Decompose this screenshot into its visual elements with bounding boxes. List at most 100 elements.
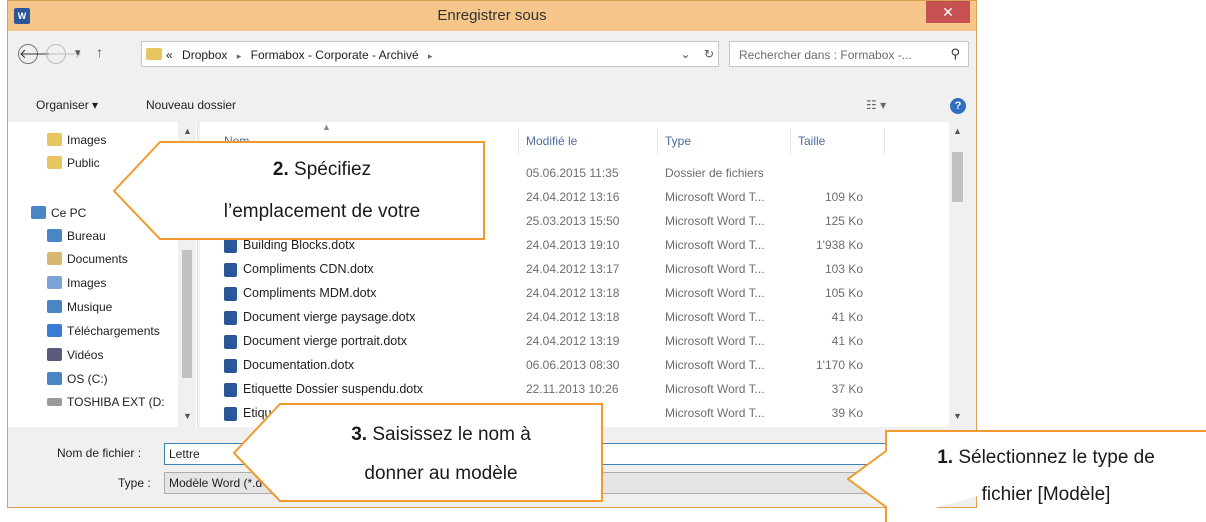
callout-step-2: 2. Spécifiez l’emplacement de votre bbox=[112, 141, 486, 241]
sidebar-item-label: Vidéos bbox=[67, 348, 104, 362]
videos-folder-icon bbox=[47, 348, 62, 361]
file-modified: 05.06.2015 11:35 bbox=[526, 166, 619, 180]
address-bar[interactable]: « Dropbox ▸ Formabox - Corporate - Archi… bbox=[141, 41, 719, 67]
up-button[interactable]: ↑ bbox=[96, 44, 103, 60]
column-header-size[interactable]: Taille bbox=[798, 134, 825, 148]
search-input[interactable]: Rechercher dans : Formabox -... ⚲ bbox=[729, 41, 969, 67]
callout-step-1-line-2: fichier [Modèle] bbox=[981, 484, 1111, 505]
sidebar-item-label: OS (C:) bbox=[67, 372, 108, 386]
file-type: Microsoft Word T... bbox=[665, 406, 765, 420]
sidebar-item-label: Documents bbox=[67, 252, 128, 266]
view-options-button[interactable]: ☷ ▾ bbox=[866, 98, 886, 112]
sidebar-item-label: Images bbox=[67, 133, 107, 147]
file-size: 1'170 Ko bbox=[816, 358, 863, 372]
breadcrumb-separator-icon[interactable]: ▸ bbox=[237, 51, 242, 61]
callout-step-2-line-2: l’emplacement de votre bbox=[223, 201, 421, 222]
file-size: 109 Ko bbox=[824, 190, 863, 204]
sidebar-scrollbar-thumb[interactable] bbox=[182, 250, 192, 378]
scroll-up-icon[interactable]: ▲ bbox=[183, 126, 192, 136]
scroll-up-icon[interactable]: ▲ bbox=[953, 126, 962, 136]
downloads-folder-icon bbox=[47, 324, 62, 337]
callout-step-1-number: 1. bbox=[937, 447, 954, 468]
file-size: 105 Ko bbox=[824, 286, 863, 300]
file-size: 1'938 Ko bbox=[816, 238, 863, 252]
search-icon[interactable]: ⚲ bbox=[950, 46, 960, 62]
column-divider[interactable] bbox=[790, 128, 791, 154]
callout-step-3-text-1: Saisissez le nom à bbox=[372, 424, 531, 445]
file-type: Microsoft Word T... bbox=[665, 382, 765, 396]
back-button[interactable]: 🡐 bbox=[18, 44, 54, 64]
table-row[interactable]: Compliments CDN.dotx 24.04.2012 13:17 Mi… bbox=[200, 258, 950, 282]
file-size: 41 Ko bbox=[831, 310, 863, 324]
desktop-folder-icon bbox=[47, 229, 62, 242]
callout-step-2-text-1: Spécifiez bbox=[294, 159, 372, 180]
file-type: Microsoft Word T... bbox=[665, 190, 765, 204]
callout-step-1-line-1: 1. Sélectionnez le type de bbox=[886, 443, 1206, 473]
filename-label: Nom de fichier : bbox=[57, 446, 142, 460]
close-button[interactable]: ✕ bbox=[926, 1, 970, 23]
filename-value: Lettre bbox=[169, 447, 200, 461]
callout-step-2-line-1: 2. Spécifiez bbox=[160, 155, 484, 185]
file-name: Compliments MDM.dotx bbox=[243, 286, 377, 300]
filetype-label: Type : bbox=[118, 476, 151, 490]
file-list-scrollbar[interactable]: ▲ ▼ bbox=[949, 122, 966, 427]
file-size: 103 Ko bbox=[824, 262, 863, 276]
table-row[interactable]: Etiquette Dossier suspendu.dotx 22.11.20… bbox=[200, 378, 950, 402]
sidebar-item-label: Public bbox=[67, 156, 100, 170]
organize-button[interactable]: Organiser ▾ bbox=[36, 98, 98, 112]
file-modified: 24.04.2012 13:19 bbox=[526, 334, 620, 348]
callout-step-1-text-1: Sélectionnez le type de bbox=[958, 447, 1155, 468]
breadcrumb-overflow[interactable]: « bbox=[166, 48, 173, 62]
table-row[interactable]: Document vierge portrait.dotx 24.04.2012… bbox=[200, 330, 950, 354]
sidebar-item-label: TOSHIBA EXT (D: bbox=[67, 395, 165, 409]
breadcrumb: « Dropbox ▸ Formabox - Corporate - Archi… bbox=[166, 48, 439, 62]
file-modified: 24.04.2012 13:16 bbox=[526, 190, 620, 204]
file-size: 125 Ko bbox=[824, 214, 863, 228]
column-divider[interactable] bbox=[884, 128, 885, 154]
column-divider[interactable] bbox=[518, 128, 519, 154]
file-modified: 25.03.2013 15:50 bbox=[526, 214, 620, 228]
music-folder-icon bbox=[47, 300, 62, 313]
drive-icon bbox=[47, 372, 62, 385]
file-type: Microsoft Word T... bbox=[665, 262, 765, 276]
file-name: Compliments CDN.dotx bbox=[243, 262, 374, 276]
documents-folder-icon bbox=[47, 252, 62, 265]
file-name: Document vierge paysage.dotx bbox=[243, 310, 416, 324]
word-template-icon bbox=[224, 383, 237, 397]
folder-icon bbox=[146, 48, 162, 60]
address-dropdown-icon[interactable]: ⌄ bbox=[681, 47, 691, 61]
file-type: Microsoft Word T... bbox=[665, 310, 765, 324]
file-type: Microsoft Word T... bbox=[665, 238, 765, 252]
file-type: Microsoft Word T... bbox=[665, 286, 765, 300]
recent-locations-button[interactable]: ▾ bbox=[75, 46, 81, 59]
dialog-title: Enregistrer sous bbox=[437, 7, 547, 24]
file-size: 39 Ko bbox=[831, 406, 863, 420]
column-header-type[interactable]: Type bbox=[665, 134, 691, 148]
breadcrumb-formabox[interactable]: Formabox - Corporate - Archivé bbox=[251, 48, 419, 62]
callout-step-3-number: 3. bbox=[351, 424, 368, 445]
scroll-down-icon[interactable]: ▼ bbox=[953, 411, 962, 421]
scroll-down-icon[interactable]: ▼ bbox=[183, 411, 192, 421]
file-type: Microsoft Word T... bbox=[665, 334, 765, 348]
file-modified: 06.06.2013 08:30 bbox=[526, 358, 620, 372]
file-type: Microsoft Word T... bbox=[665, 214, 765, 228]
refresh-icon[interactable]: ↻ bbox=[704, 47, 714, 61]
forward-button[interactable]: 🡒 bbox=[46, 44, 82, 64]
usb-drive-icon bbox=[47, 398, 62, 406]
word-template-icon bbox=[224, 335, 237, 349]
breadcrumb-separator-icon[interactable]: ▸ bbox=[428, 51, 433, 61]
new-folder-button[interactable]: Nouveau dossier bbox=[146, 98, 236, 112]
table-row[interactable]: Document vierge paysage.dotx 24.04.2012 … bbox=[200, 306, 950, 330]
file-list-scrollbar-thumb[interactable] bbox=[952, 152, 963, 202]
sidebar-item-label: Ce PC bbox=[51, 206, 87, 220]
column-divider[interactable] bbox=[657, 128, 658, 154]
table-row[interactable]: Documentation.dotx 06.06.2013 08:30 Micr… bbox=[200, 354, 950, 378]
breadcrumb-dropbox[interactable]: Dropbox bbox=[182, 48, 227, 62]
word-template-icon bbox=[224, 359, 237, 373]
file-modified: 22.11.2013 10:26 bbox=[526, 382, 619, 396]
file-modified: 24.04.2012 13:18 bbox=[526, 286, 620, 300]
column-header-modified[interactable]: Modifié le bbox=[526, 134, 577, 148]
table-row[interactable]: Compliments MDM.dotx 24.04.2012 13:18 Mi… bbox=[200, 282, 950, 306]
word-template-icon bbox=[224, 239, 237, 253]
help-icon[interactable]: ? bbox=[950, 98, 966, 114]
